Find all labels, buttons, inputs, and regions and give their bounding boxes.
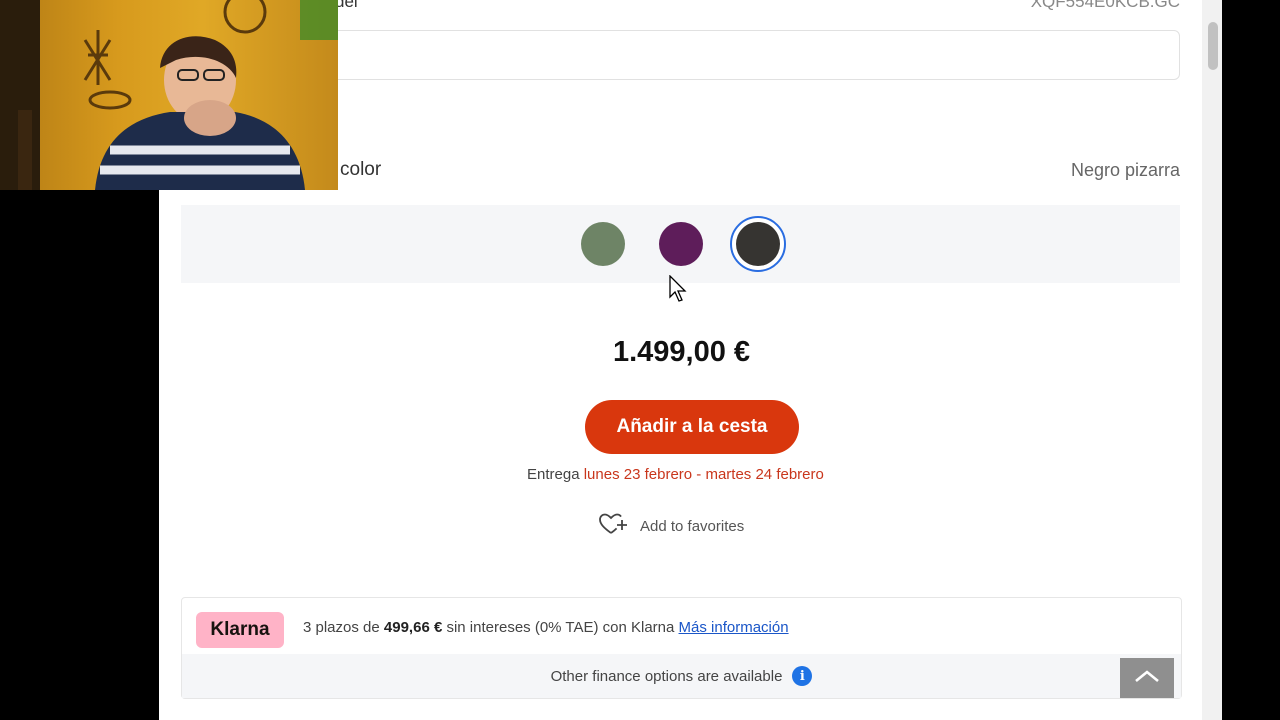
webcam-image [0, 0, 338, 190]
klarna-financing-box: Klarna 3 plazos de 499,66 € sin interese… [181, 597, 1182, 699]
selected-color-name: Negro pizarra [1070, 160, 1180, 180]
klarna-logo: Klarna [196, 612, 284, 648]
color-swatch-purple[interactable] [659, 222, 703, 266]
klarna-offer-text: 3 plazos de 499,66 € sin intereses (0% T… [303, 619, 789, 636]
price: 1.499,00 € [612, 336, 751, 368]
webcam-overlay [0, 0, 338, 190]
delivery-info: Entrega lunes 23 febrero - martes 24 feb… [527, 466, 824, 483]
klarna-text-after: sin intereses (0% TAE) con Klarna [446, 619, 675, 636]
klarna-amount: 499,66 € [383, 619, 443, 636]
add-to-favorites-button[interactable]: Add to favorites [598, 512, 744, 540]
heart-plus-icon [598, 512, 640, 540]
delivery-prefix: Entrega [527, 466, 580, 483]
scroll-to-top-button[interactable] [1120, 658, 1174, 698]
more-info-link[interactable]: Más información [679, 619, 789, 636]
price-row: 1.499,00 € [0, 336, 1280, 369]
other-finance-label: Other finance options are available [550, 667, 783, 685]
other-finance-options[interactable]: Other finance options are available i [182, 654, 1181, 698]
page-scrollbar[interactable] [1202, 0, 1222, 720]
add-to-favorites-label: Add to favorites [640, 517, 745, 535]
color-swatch-green[interactable] [581, 222, 625, 266]
model-code: XQF554E0KCB.GC [1030, 0, 1180, 11]
info-icon[interactable]: i [792, 666, 813, 686]
color-swatch-slate-black [736, 222, 780, 266]
klarna-text-before: 3 plazos de [303, 619, 380, 636]
delivery-dates: lunes 23 febrero - martes 24 febrero [583, 466, 824, 483]
mouse-cursor-icon [669, 275, 687, 302]
add-to-cart-button[interactable]: Añadir a la cesta [585, 400, 799, 454]
model-label: del [335, 0, 358, 11]
color-swatch-slate-black-selected[interactable] [730, 216, 786, 272]
scrollbar-thumb[interactable] [1208, 22, 1218, 70]
chevron-up-icon [1134, 669, 1160, 688]
color-label: color [340, 159, 382, 180]
